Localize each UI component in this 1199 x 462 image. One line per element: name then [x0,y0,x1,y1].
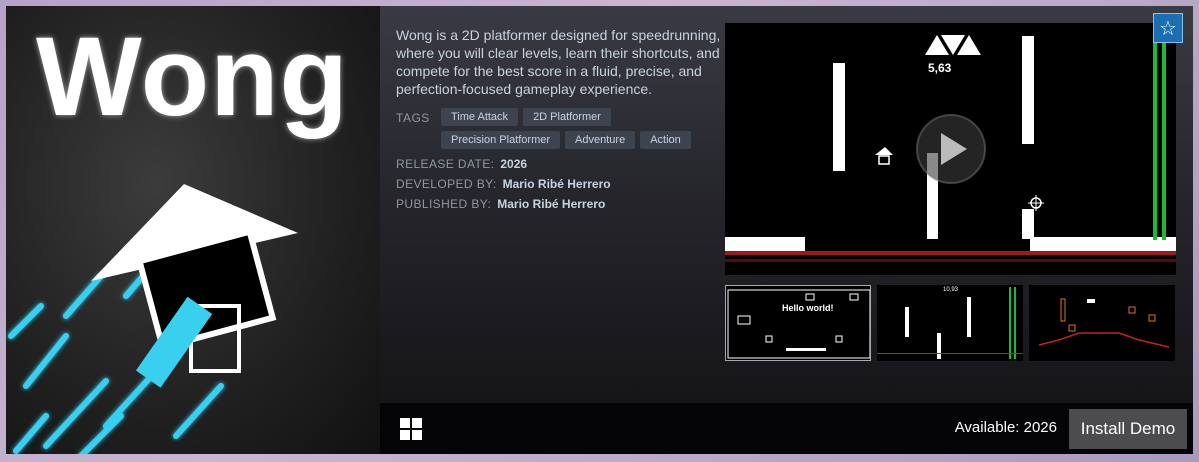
publisher-link[interactable]: Mario Ribé Herrero [497,197,605,211]
trailer-video[interactable]: 5,63 [725,23,1176,275]
tag-action[interactable]: Action [640,131,691,149]
game-description: Wong is a 2D platformer designed for spe… [396,27,721,97]
developer-label: DEVELOPED BY: [396,177,497,191]
star-icon: ☆ [1159,17,1177,40]
tags-label: TAGS [396,111,430,125]
screenshot-thumbnail-2[interactable]: 10,93 [877,285,1023,361]
screenshot-thumbnail-1[interactable]: Hello world! [725,285,871,361]
screenshot-strip: Hello world! 10,93 [725,285,1176,361]
publisher: PUBLISHED BY: Mario Ribé Herrero [396,197,721,211]
tag-list: Time Attack 2D Platformer Precision Plat… [441,108,721,149]
tag-time-attack[interactable]: Time Attack [441,108,519,126]
purchase-bar: Available: 2026 Install Demo [380,403,1193,454]
windows-icon [400,418,422,440]
game-capsule-art[interactable]: Wong [6,6,380,454]
developer-link[interactable]: Mario Ribé Herrero [503,177,611,191]
tag-adventure[interactable]: Adventure [565,131,636,149]
screenshot-thumbnail-3[interactable] [1029,285,1175,361]
game-info-panel: Wong is a 2D platformer designed for spe… [396,26,721,211]
release-date-label: RELEASE DATE: [396,157,495,171]
video-timer: 5,63 [928,61,952,75]
screenshot-1-text: Hello world! [782,303,834,313]
availability-text: Available: 2026 [954,419,1057,436]
tag-precision-platformer[interactable]: Precision Platformer [441,131,561,149]
tags-row: TAGS Time Attack 2D Platformer Precision… [396,108,721,149]
tag-2d-platformer[interactable]: 2D Platformer [523,108,611,126]
screenshot-2-text: 10,93 [943,287,959,293]
release-date-value: 2026 [500,157,528,171]
capsule-illustration [8,184,298,454]
release-date: RELEASE DATE: 2026 [396,157,721,171]
developer: DEVELOPED BY: Mario Ribé Herrero [396,177,721,191]
publisher-label: PUBLISHED BY: [396,197,492,211]
install-demo-button[interactable]: Install Demo [1069,409,1187,449]
game-card: Wong Wong is a 2D platformer designed fo… [6,6,1193,454]
wishlist-button[interactable]: ☆ [1153,13,1183,43]
